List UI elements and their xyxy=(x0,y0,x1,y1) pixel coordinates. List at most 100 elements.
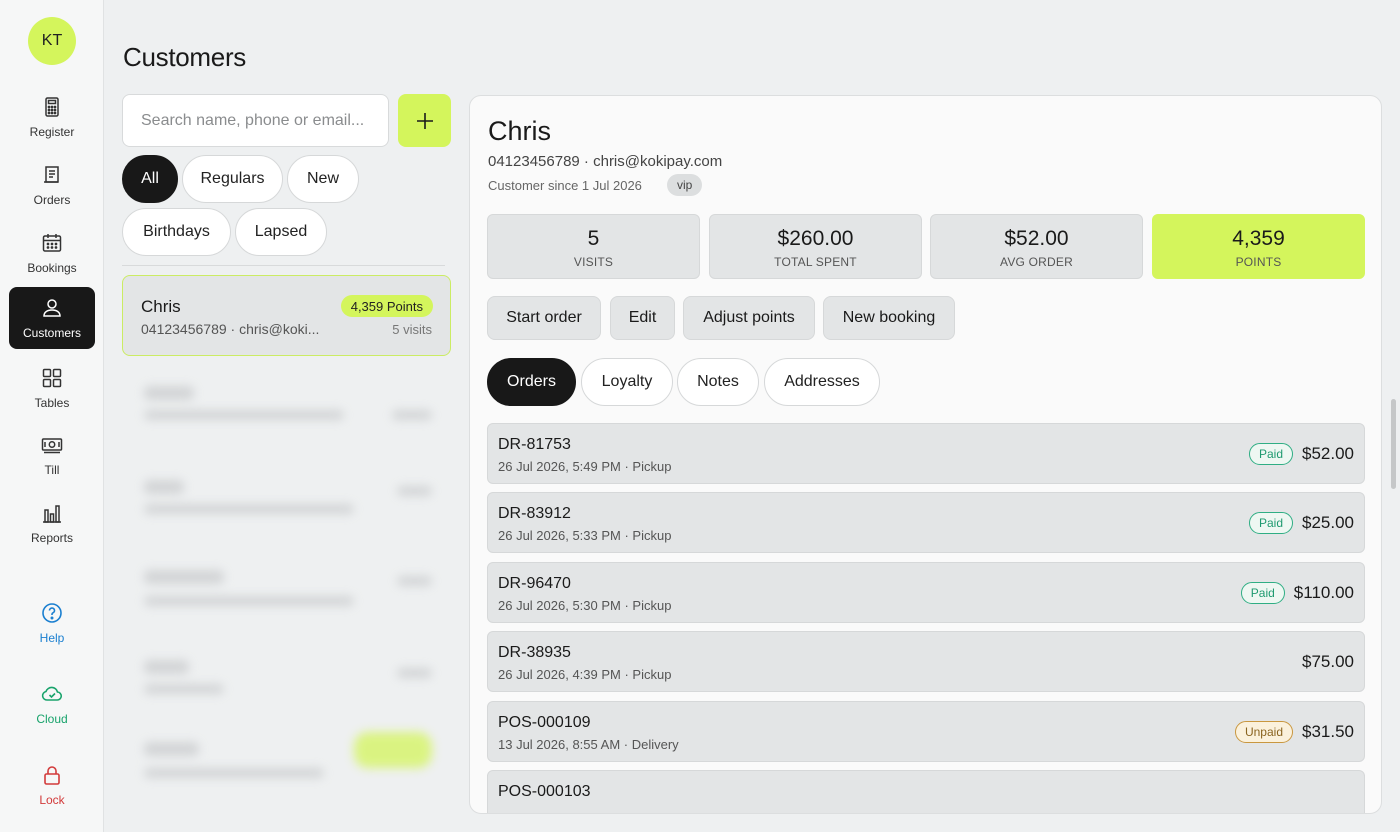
order-row[interactable]: POS-000109 13 Jul 2026, 8:55 AM · Delive… xyxy=(487,701,1365,762)
search-input[interactable] xyxy=(123,95,388,146)
stat-avg-order: $52.00 AVG ORDER xyxy=(930,214,1143,279)
status-badge: Unpaid xyxy=(1234,720,1293,743)
order-meta: 13 Jul 2026, 8:55 AM · Delivery xyxy=(498,737,679,752)
sidebar-item-label: Bookings xyxy=(27,261,77,275)
start-order-button[interactable]: Start order xyxy=(487,296,601,340)
order-amount: $52.00 xyxy=(1302,443,1354,463)
sidebar-item-label: Cloud xyxy=(36,712,68,726)
tab-orders[interactable]: Orders xyxy=(487,358,576,406)
sidebar-item-label: Till xyxy=(44,463,60,477)
order-amount: $110.00 xyxy=(1293,582,1354,602)
order-id: POS-000109 xyxy=(498,714,591,731)
order-amount: $25.00 xyxy=(1302,512,1354,532)
sidebar-item-lock[interactable]: Lock xyxy=(9,754,95,816)
plus-icon xyxy=(416,112,433,129)
adjust-points-button[interactable]: Adjust points xyxy=(683,296,815,340)
stat-label: POINTS xyxy=(1235,255,1282,269)
search-box xyxy=(122,94,389,147)
sidebar-item-orders[interactable]: Orders xyxy=(9,154,95,216)
order-row[interactable]: POS-000103 xyxy=(487,770,1365,813)
customer-contact: 04123456789 · chris@koki... xyxy=(141,321,320,337)
customer-list-item-blurred[interactable] xyxy=(122,556,451,636)
help-icon xyxy=(42,603,62,623)
customer-list-item-selected[interactable]: Chris 4,359 Points 04123456789 · chris@k… xyxy=(122,275,451,356)
filter-lapsed[interactable]: Lapsed xyxy=(235,208,327,256)
sidebar-item-label: Lock xyxy=(39,793,65,807)
page-title: Customers xyxy=(123,42,246,72)
sidebar-item-label: Help xyxy=(39,631,65,645)
customer-detail-name: Chris xyxy=(488,116,552,146)
sidebar-item-label: Register xyxy=(29,125,75,139)
stat-points: 4,359 POINTS xyxy=(1152,214,1365,279)
order-id: DR-83912 xyxy=(498,505,571,522)
sidebar-item-tables[interactable]: Tables xyxy=(9,357,95,419)
order-id: DR-96470 xyxy=(498,575,571,592)
filter-all[interactable]: All xyxy=(122,155,178,203)
sidebar-item-label: Tables xyxy=(34,396,70,410)
filter-new[interactable]: New xyxy=(287,155,359,203)
edit-button[interactable]: Edit xyxy=(610,296,675,340)
order-id: POS-000103 xyxy=(498,783,591,800)
divider xyxy=(122,265,445,266)
customer-detail-panel: Chris 04123456789 · chris@kokipay.com Cu… xyxy=(469,95,1382,814)
order-amount: $31.50 xyxy=(1302,721,1354,741)
stat-value: $52.00 xyxy=(1004,227,1069,250)
order-id: DR-38935 xyxy=(498,644,571,661)
sidebar-item-label: Customers xyxy=(22,326,81,340)
status-badge: Paid xyxy=(1248,442,1293,465)
tab-addresses[interactable]: Addresses xyxy=(764,358,880,406)
stat-value: 4,359 xyxy=(1232,227,1285,250)
bar-chart-icon xyxy=(43,505,61,523)
grid-icon xyxy=(42,368,62,388)
customer-list-item-blurred[interactable] xyxy=(122,464,451,544)
order-row[interactable]: DR-96470 26 Jul 2026, 5:30 PM · Pickup P… xyxy=(487,562,1365,623)
calculator-icon xyxy=(45,97,59,117)
customer-visits: 5 visits xyxy=(392,322,432,337)
customer-list-item-blurred[interactable] xyxy=(122,368,451,448)
order-meta: 26 Jul 2026, 5:33 PM · Pickup xyxy=(498,528,672,543)
order-meta: 26 Jul 2026, 4:39 PM · Pickup xyxy=(498,667,672,682)
stat-total-spent: $260.00 TOTAL SPENT xyxy=(709,214,922,279)
vip-tag: vip xyxy=(667,174,703,196)
sidebar-item-cloud[interactable]: Cloud xyxy=(9,673,95,735)
customer-since: Customer since 1 Jul 2026 xyxy=(488,178,642,193)
scrollbar[interactable] xyxy=(1391,399,1396,489)
add-customer-button[interactable] xyxy=(398,94,451,147)
customer-list-item-blurred[interactable] xyxy=(122,728,451,808)
sidebar-item-help[interactable]: Help xyxy=(9,592,95,654)
order-row[interactable]: DR-81753 26 Jul 2026, 5:49 PM · Pickup P… xyxy=(487,423,1365,484)
avatar[interactable]: KT xyxy=(28,17,76,65)
person-icon xyxy=(43,299,61,317)
sidebar: KT Register Orders Bookings Customers Ta… xyxy=(0,0,104,832)
sidebar-item-reports[interactable]: Reports xyxy=(9,492,95,554)
sidebar-item-label: Reports xyxy=(30,531,74,545)
customer-list-item-blurred[interactable] xyxy=(122,646,451,726)
filter-birthdays[interactable]: Birthdays xyxy=(122,208,231,256)
stat-value: $260.00 xyxy=(777,227,854,250)
status-badge: Paid xyxy=(1240,581,1285,604)
stat-label: TOTAL SPENT xyxy=(774,255,857,269)
sidebar-item-customers[interactable]: Customers xyxy=(9,287,95,349)
stat-label: AVG ORDER xyxy=(1000,255,1073,269)
cash-icon xyxy=(41,438,63,454)
tab-notes[interactable]: Notes xyxy=(677,358,759,406)
customer-name: Chris xyxy=(141,297,181,316)
filter-regulars[interactable]: Regulars xyxy=(182,155,283,203)
points-badge: 4,359 Points xyxy=(340,295,433,317)
tab-loyalty[interactable]: Loyalty xyxy=(581,358,673,406)
new-booking-button[interactable]: New booking xyxy=(823,296,955,340)
order-row[interactable]: DR-83912 26 Jul 2026, 5:33 PM · Pickup P… xyxy=(487,492,1365,553)
sidebar-scroll-peek xyxy=(44,566,60,572)
cloud-check-icon xyxy=(41,686,63,701)
order-amount: $75.00 xyxy=(1302,651,1354,671)
sidebar-item-till[interactable]: Till xyxy=(9,424,95,486)
order-row[interactable]: DR-38935 26 Jul 2026, 4:39 PM · Pickup $… xyxy=(487,631,1365,692)
receipt-icon xyxy=(44,166,59,183)
sidebar-item-register[interactable]: Register xyxy=(9,86,95,148)
sidebar-item-label: Orders xyxy=(33,193,71,207)
customer-detail-contact: 04123456789 · chris@kokipay.com xyxy=(488,153,723,170)
order-id: DR-81753 xyxy=(498,436,571,453)
calendar-icon xyxy=(42,234,62,252)
stat-value: 5 xyxy=(587,227,600,250)
sidebar-item-bookings[interactable]: Bookings xyxy=(9,222,95,284)
